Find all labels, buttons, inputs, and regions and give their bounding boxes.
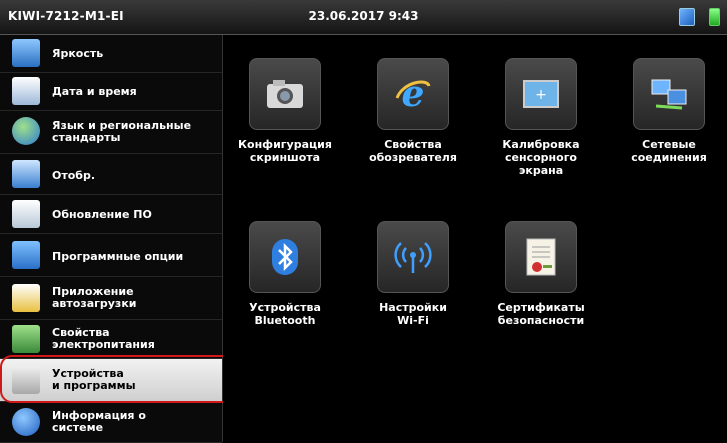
internet-explorer-icon: e xyxy=(377,58,449,130)
sidebar-item-software-update[interactable]: Обновление ПО xyxy=(0,195,222,234)
wifi-icon xyxy=(377,221,449,293)
info-icon xyxy=(12,408,40,436)
sidebar-item-system-info[interactable]: Информация о системе xyxy=(0,402,222,443)
svg-text:e: e xyxy=(402,74,425,114)
sidebar-item-label: Обновление ПО xyxy=(52,208,152,221)
tile-label: Настройки Wi-Fi xyxy=(379,301,447,327)
sidebar-item-label: Свойства электропитания xyxy=(52,326,155,351)
calendar-icon xyxy=(12,77,40,105)
sidebar-item-label: Язык и региональные стандарты xyxy=(52,119,192,144)
svg-text:+: + xyxy=(535,87,547,103)
star-window-icon xyxy=(12,284,40,312)
sidebar-item-power[interactable]: Свойства электропитания xyxy=(0,320,222,359)
control-panel: Конфигурация скриншота e Свойства обозре… xyxy=(223,35,727,442)
software-update-icon xyxy=(12,200,40,228)
touch-calibration-icon: + xyxy=(505,58,577,130)
monitor-icon xyxy=(12,39,40,67)
sidebar-item-display[interactable]: Отобр. xyxy=(0,154,222,195)
sidebar-item-software-options[interactable]: Программные опции xyxy=(0,234,222,277)
sidebar-item-date-time[interactable]: Дата и время xyxy=(0,73,222,111)
tile-label: Сертификаты безопасности xyxy=(497,301,585,327)
selection-highlight xyxy=(0,355,238,403)
camera-icon xyxy=(249,58,321,130)
tile-label: Устройства Bluetooth xyxy=(249,301,321,327)
sidebar-item-language[interactable]: Язык и региональные стандарты xyxy=(0,111,222,154)
tile-wifi-settings[interactable]: Настройки Wi-Fi xyxy=(363,221,463,327)
sidebar-item-label: Дата и время xyxy=(52,85,137,98)
tile-browser-properties[interactable]: e Свойства обозревателя xyxy=(363,58,463,164)
sidebar-item-label: Информация о системе xyxy=(52,409,146,434)
tile-bluetooth-devices[interactable]: Устройства Bluetooth xyxy=(235,221,335,327)
tile-security-certificates[interactable]: Сертификаты безопасности xyxy=(491,221,591,327)
sidebar-item-autostart[interactable]: Приложение автозагрузки xyxy=(0,277,222,320)
battery-icon xyxy=(12,325,40,353)
network-connections-icon xyxy=(633,58,705,130)
tile-label: Конфигурация скриншота xyxy=(238,138,332,164)
battery-status-icon[interactable] xyxy=(709,8,720,26)
sidebar-item-label: Яркость xyxy=(52,47,104,60)
title-bar: KIWI-7212-M1-EI 23.06.2017 9:43 xyxy=(0,0,727,35)
tile-touch-calibration[interactable]: + Калибровка сенсорного экрана xyxy=(491,58,591,177)
tile-screenshot-config[interactable]: Конфигурация скриншота xyxy=(235,58,335,164)
tile-label: Свойства обозревателя xyxy=(369,138,457,164)
clock: 23.06.2017 9:43 xyxy=(308,9,419,23)
display-icon xyxy=(12,160,40,188)
tile-label: Сетевые соединения xyxy=(631,138,707,164)
sidebar-item-label: Отобр. xyxy=(52,169,96,182)
tile-network-connections[interactable]: Сетевые соединения xyxy=(619,58,719,164)
sidebar-item-brightness[interactable]: Яркость xyxy=(0,35,222,73)
certificate-icon xyxy=(505,221,577,293)
bluetooth-icon xyxy=(249,221,321,293)
sidebar-item-label: Программные опции xyxy=(52,250,184,263)
globe-icon xyxy=(12,117,40,145)
tile-label: Калибровка сенсорного экрана xyxy=(502,138,580,177)
puzzle-plus-icon xyxy=(12,241,40,269)
network-status-icon[interactable] xyxy=(679,8,695,26)
sidebar-item-label: Приложение автозагрузки xyxy=(52,285,137,310)
